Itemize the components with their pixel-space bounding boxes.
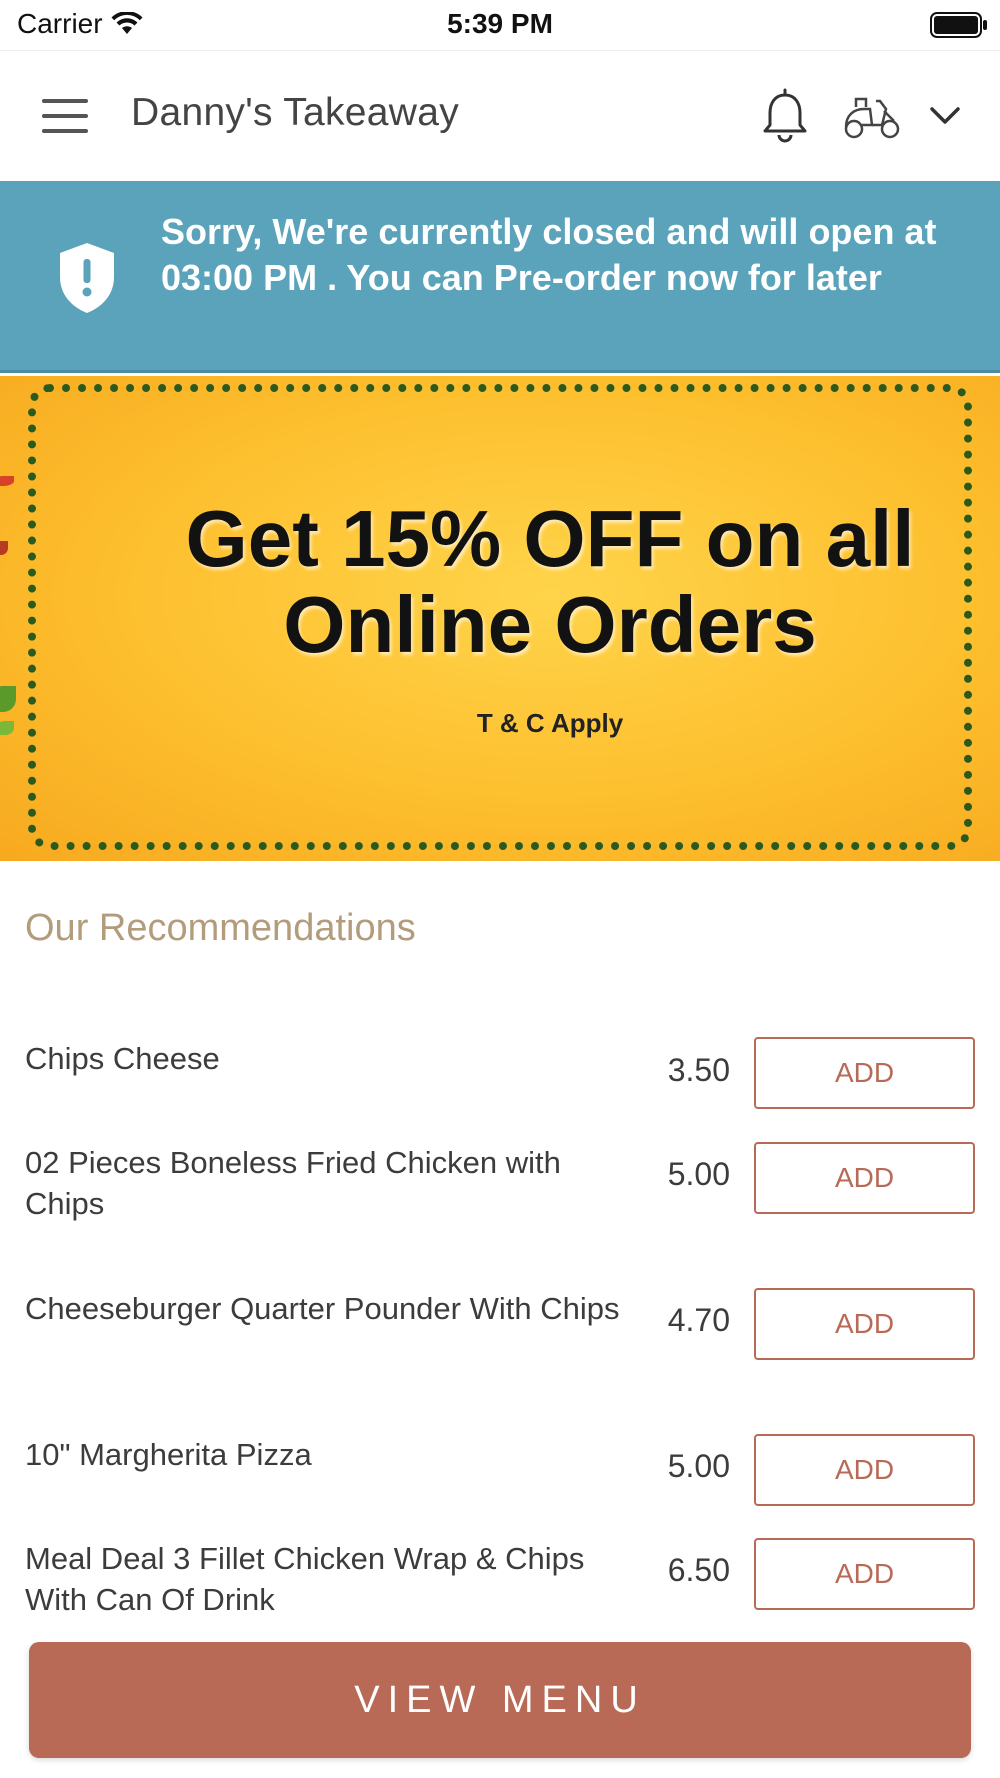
promo-banner[interactable]: Get 15% OFF on all Online Orders T & C A… <box>0 376 1000 861</box>
add-button[interactable]: ADD <box>754 1434 975 1506</box>
item-price: 4.70 <box>667 1302 730 1338</box>
item-price: 3.50 <box>667 1052 730 1088</box>
app-header: Danny's Takeaway <box>0 50 1000 181</box>
item-name: Cheeseburger Quarter Pounder With Chips <box>25 1291 620 1326</box>
status-bar: Carrier 5:39 PM <box>0 0 1000 50</box>
add-button[interactable]: ADD <box>754 1037 975 1109</box>
item-price: 6.50 <box>667 1552 730 1588</box>
item-name: 02 Pieces Boneless Fried Chicken with Ch… <box>25 1145 561 1221</box>
herb-decoration <box>0 721 14 735</box>
add-button[interactable]: ADD <box>754 1288 975 1360</box>
battery-icon <box>930 12 987 38</box>
closed-notice-banner: Sorry, We're currently closed and will o… <box>0 181 1000 373</box>
herb-decoration <box>0 476 14 486</box>
item-name: 10" Margherita Pizza <box>25 1437 312 1472</box>
add-button[interactable]: ADD <box>754 1538 975 1610</box>
recommendations-title: Our Recommendations <box>25 907 416 949</box>
item-name: Chips Cheese <box>25 1041 220 1076</box>
promo-headline: Get 15% OFF on all Online Orders <box>185 494 915 669</box>
view-menu-button[interactable]: VIEW MENU <box>29 1642 971 1758</box>
scooter-icon[interactable] <box>842 91 902 141</box>
closed-notice-text: Sorry, We're currently closed and will o… <box>161 211 937 298</box>
herb-decoration <box>0 541 8 555</box>
shield-alert-icon <box>60 243 114 313</box>
add-button[interactable]: ADD <box>754 1142 975 1214</box>
item-name: Meal Deal 3 Fillet Chicken Wrap & Chips … <box>25 1541 585 1617</box>
chevron-down-icon[interactable] <box>928 101 962 129</box>
item-price: 5.00 <box>667 1156 730 1192</box>
item-price: 5.00 <box>667 1448 730 1484</box>
promo-terms: T & C Apply <box>476 708 624 738</box>
herb-decoration <box>0 686 16 712</box>
menu-icon[interactable] <box>42 99 88 133</box>
status-time: 5:39 PM <box>447 8 553 39</box>
bell-icon[interactable] <box>760 87 810 143</box>
page-title: Danny's Takeaway <box>131 91 460 134</box>
